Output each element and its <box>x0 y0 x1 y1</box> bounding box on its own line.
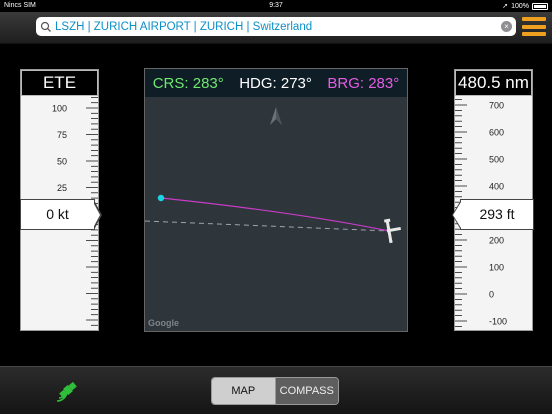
altitude-tick-label: 500 <box>489 155 504 165</box>
altitude-tick-label: 200 <box>489 236 504 246</box>
satellite-icon[interactable] <box>55 377 81 403</box>
search-input[interactable] <box>53 18 501 35</box>
battery-icon <box>532 2 548 10</box>
view-mode-toggle[interactable]: MAP COMPASS <box>211 377 339 405</box>
speed-pointer <box>93 200 102 230</box>
speed-tick-label: 50 <box>57 157 67 167</box>
tab-map[interactable]: MAP <box>212 378 275 404</box>
distance-title: 480.5 nm <box>455 70 532 96</box>
heading-label: HDG: 273° <box>239 74 312 92</box>
north-arrow-icon <box>270 107 282 125</box>
tab-compass[interactable]: COMPASS <box>274 378 338 404</box>
top-toolbar: × <box>0 12 552 44</box>
altitude-tick-label: 700 <box>489 101 504 111</box>
speed-readout: 0 kt <box>20 199 95 230</box>
search-bar[interactable]: × <box>36 17 516 36</box>
course-label: CRS: 283° <box>152 74 224 92</box>
speed-tick-label: 75 <box>57 130 67 140</box>
location-icon: ➚ <box>502 3 509 10</box>
clear-search-icon[interactable]: × <box>501 21 512 32</box>
altitude-tick-label: 100 <box>489 263 504 273</box>
bearing-label: BRG: 283° <box>327 74 400 92</box>
altitude-readout: 293 ft <box>460 199 534 230</box>
speed-tick-label: 25 <box>57 183 67 193</box>
waypoint-marker[interactable] <box>157 194 165 202</box>
altitude-pointer <box>452 200 461 230</box>
altitude-tick-label: 0 <box>489 290 494 300</box>
status-bar: Nincs SIM 9:37 ➚ 100% <box>0 0 552 12</box>
speed-tick-label: 100 <box>52 104 67 114</box>
ete-title: ETE <box>21 70 98 96</box>
battery-percent: 100% <box>511 2 529 10</box>
heading-header: CRS: 283° HDG: 273° BRG: 283° <box>145 69 407 97</box>
hamburger-menu-icon[interactable] <box>522 17 546 36</box>
search-icon <box>40 21 51 32</box>
map-view[interactable]: CRS: 283° HDG: 273° BRG: 283° Google <box>144 68 408 332</box>
altitude-tick-label: 400 <box>489 182 504 192</box>
route-canvas <box>145 107 401 244</box>
bottom-toolbar: MAP COMPASS <box>0 366 552 414</box>
map-attribution: Google <box>148 318 179 328</box>
altitude-tick-label: -100 <box>489 317 507 327</box>
altitude-tick-label: 600 <box>489 128 504 138</box>
extended-track-line <box>145 220 390 232</box>
status-time: 9:37 <box>269 2 283 9</box>
